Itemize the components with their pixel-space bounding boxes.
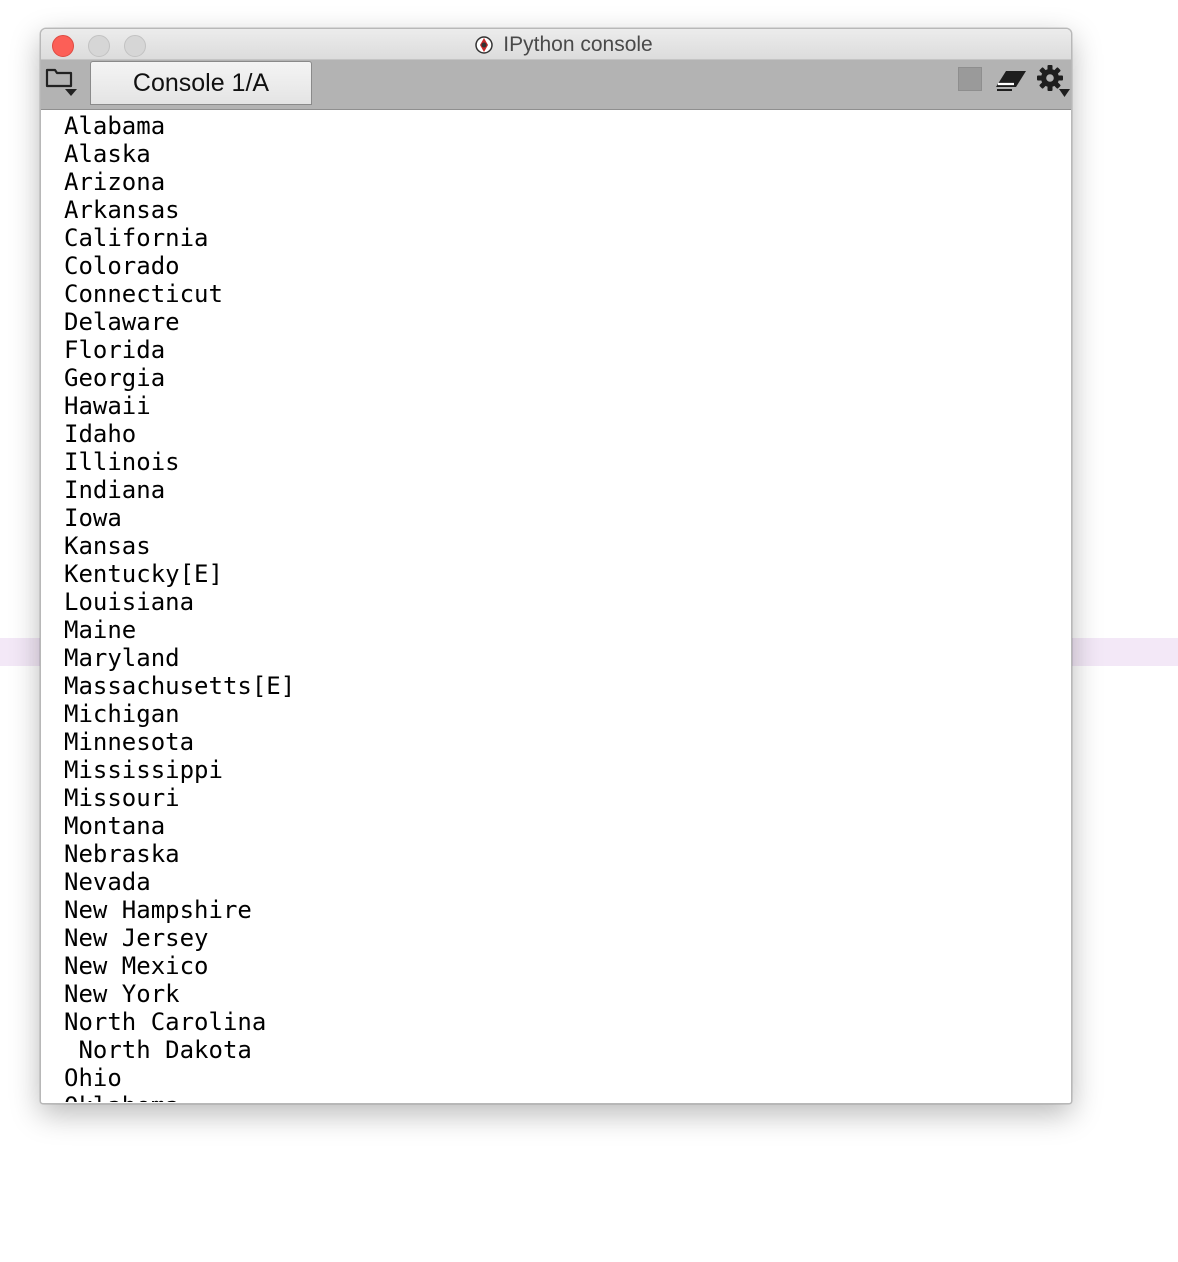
ipython-console-window: IPython console Console 1/A Alabama Alas… <box>40 28 1072 1104</box>
tab-console-1a[interactable]: Console 1/A <box>90 61 312 105</box>
console-line: Illinois <box>64 448 180 476</box>
console-output[interactable]: Alabama Alaska Arizona Arkansas Californ… <box>42 110 1068 1102</box>
console-line: Missouri <box>64 784 180 812</box>
console-line: New Hampshire <box>64 896 252 924</box>
console-line: Ohio <box>64 1064 122 1092</box>
console-line: Arkansas <box>64 196 180 224</box>
console-line: Kentucky[E] <box>64 560 223 588</box>
spyder-icon <box>475 35 494 54</box>
console-line: Florida <box>64 336 166 364</box>
console-line: North Dakota <box>64 1036 252 1064</box>
console-line: Arizona <box>64 168 166 196</box>
console-line: Connecticut <box>64 280 223 308</box>
console-line: Iowa <box>64 504 122 532</box>
console-line: New Jersey <box>64 924 209 952</box>
console-line: Mississippi <box>64 756 223 784</box>
console-line: Oklahoma <box>64 1092 295 1102</box>
gear-icon[interactable] <box>1035 63 1071 99</box>
console-line: North Carolina <box>64 1008 267 1036</box>
console-line: Michigan <box>64 700 180 728</box>
console-lines: Alabama Alaska Arizona Arkansas Californ… <box>64 112 295 1102</box>
stop-icon[interactable] <box>958 67 982 91</box>
console-line: Delaware <box>64 308 180 336</box>
console-line: Colorado <box>64 252 180 280</box>
console-line: New York <box>64 980 180 1008</box>
window-title: IPython console <box>503 32 653 56</box>
console-line: Maine <box>64 616 137 644</box>
console-line: Hawaii <box>64 392 151 420</box>
console-line: Maryland <box>64 644 180 672</box>
folder-icon[interactable] <box>45 66 81 98</box>
console-line: Alaska <box>64 140 151 168</box>
console-line: California <box>64 224 209 252</box>
console-line: Georgia <box>64 364 166 392</box>
console-line: Idaho <box>64 420 137 448</box>
console-line: Nevada <box>64 868 151 896</box>
window-title-group: IPython console <box>41 29 1071 60</box>
console-line: Nebraska <box>64 840 180 868</box>
console-line: New Mexico <box>64 952 209 980</box>
console-toolbar: Console 1/A <box>41 60 1071 110</box>
console-line: Massachusetts[E] <box>64 672 296 700</box>
title-bar[interactable]: IPython console <box>41 29 1071 60</box>
console-line: Kansas <box>64 532 151 560</box>
console-line: Alabama <box>64 112 166 140</box>
console-line: Minnesota <box>64 728 195 756</box>
eraser-icon[interactable] <box>994 66 1028 94</box>
console-line: Louisiana <box>64 588 195 616</box>
console-line: Montana <box>64 812 166 840</box>
console-line: Indiana <box>64 476 166 504</box>
